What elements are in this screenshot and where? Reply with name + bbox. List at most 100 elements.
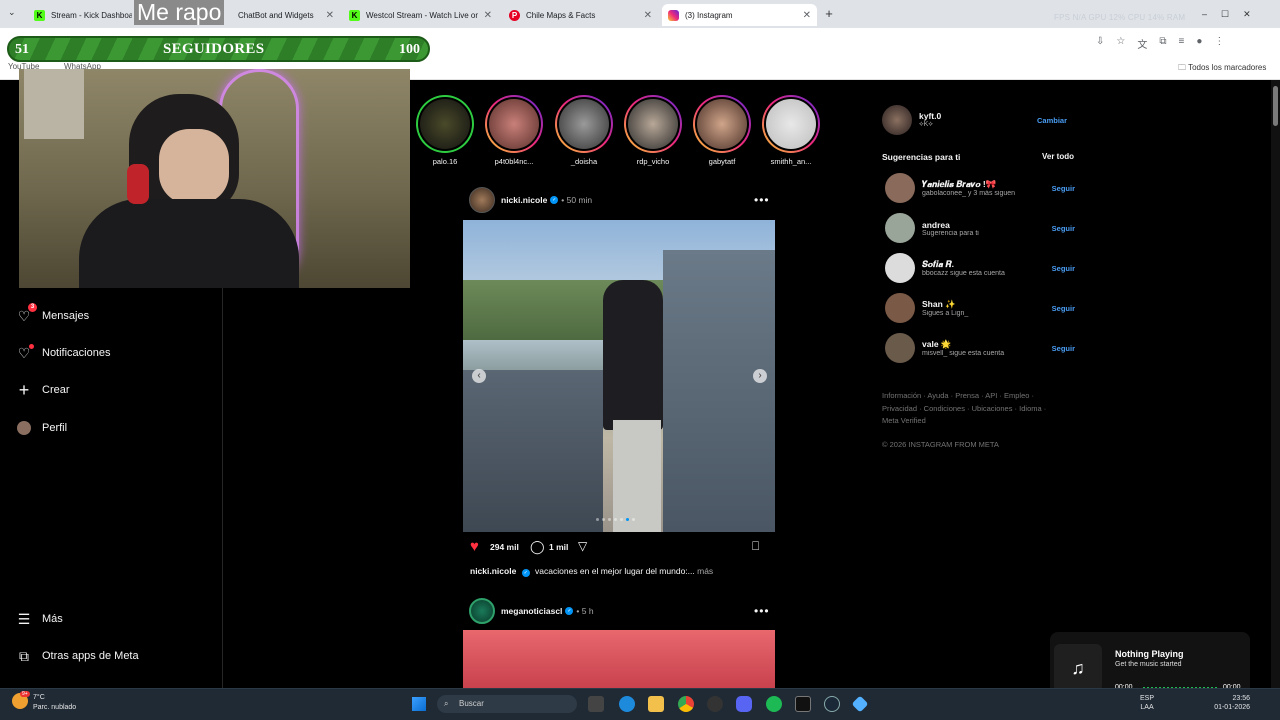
taskbar-search[interactable]: ⌕ Buscar	[437, 695, 577, 713]
comment-icon[interactable]: ◯	[530, 539, 545, 555]
suggestion-name[interactable]: 𝒀𝒂𝒏𝒊𝒆𝒍𝒊𝒔 𝑩𝒓𝒂𝒗𝒐 !🎀	[922, 179, 1048, 190]
task-view-icon[interactable]	[588, 696, 604, 712]
suggestion-avatar[interactable]	[885, 253, 915, 283]
window-controls[interactable]: –☐✕	[1202, 9, 1265, 20]
nav-more[interactable]: ☰ Más	[16, 611, 63, 627]
chrome-icon[interactable]	[678, 696, 694, 712]
post-options-icon[interactable]: •••	[754, 193, 770, 207]
caption-username[interactable]: nicki.nicole	[470, 566, 516, 576]
close-icon[interactable]: ✕	[803, 10, 811, 21]
queue-icon[interactable]: ≡	[1179, 36, 1185, 51]
close-icon[interactable]: ✕	[644, 10, 652, 21]
see-all-button[interactable]: Ver todo	[1042, 152, 1074, 161]
story-name: palo.16	[432, 157, 458, 166]
suggestion-name[interactable]: vale 🌟	[922, 339, 1048, 350]
post-image[interactable]	[463, 220, 775, 532]
profile-avatar[interactable]: ●	[1196, 36, 1202, 51]
story-item[interactable]: _doisha	[549, 95, 619, 166]
follow-button[interactable]: Seguir	[1052, 304, 1075, 313]
follow-button[interactable]: Seguir	[1052, 184, 1075, 193]
tab-search-icon[interactable]: ⌄	[8, 7, 16, 18]
windows-start-icon[interactable]	[412, 697, 426, 711]
nav-create[interactable]: + Crear	[16, 380, 70, 400]
prev-photo-button[interactable]: ‹	[472, 369, 486, 383]
story-item[interactable]: palo.16	[410, 95, 480, 166]
discord-icon[interactable]	[736, 696, 752, 712]
story-ring	[416, 95, 474, 153]
close-icon[interactable]: ✕	[484, 10, 492, 21]
post-image[interactable]	[463, 630, 775, 690]
account-avatar[interactable]	[882, 105, 912, 135]
carousel-dot	[614, 518, 617, 521]
story-name: rdp_vicho	[636, 157, 670, 166]
weather-widget[interactable]: 7°C Parc. nublado	[33, 693, 76, 713]
scrollbar-thumb[interactable]	[1273, 86, 1278, 126]
obs-icon[interactable]	[707, 696, 723, 712]
follow-button[interactable]: Seguir	[1052, 344, 1075, 353]
post-username[interactable]: meganoticiascl	[501, 606, 562, 616]
nav-profile[interactable]: Perfil	[16, 420, 67, 436]
file-explorer-icon[interactable]	[648, 696, 664, 712]
tab-westcol-stream[interactable]: K Westcol Stream - Watch Live on ✕	[343, 4, 498, 26]
close-icon[interactable]: ✕	[326, 10, 334, 21]
follower-goal-bar: 51 SEGUIDORES 100	[7, 36, 430, 62]
follow-button[interactable]: Seguir	[1052, 264, 1075, 273]
story-item[interactable]: smithh_an...	[756, 95, 826, 166]
post-options-icon[interactable]: •••	[754, 604, 770, 618]
suggestion-name[interactable]: 𝑺𝒐𝒇𝒊𝒂 𝑹.	[922, 259, 1048, 270]
spotify-icon[interactable]	[766, 696, 782, 712]
post-avatar[interactable]	[469, 598, 495, 624]
menu-icon: ☰	[17, 610, 31, 627]
suggestion-avatar[interactable]	[885, 213, 915, 243]
star-icon[interactable]: ☆	[1116, 36, 1125, 51]
story-item[interactable]: gabytatf	[687, 95, 757, 166]
suggestion-avatar[interactable]	[885, 333, 915, 363]
carousel-indicators	[596, 518, 635, 521]
system-tray-language[interactable]: ESP LAA	[1140, 694, 1154, 712]
caption-more-link[interactable]: más	[697, 566, 713, 576]
story-item[interactable]: rdp_vicho	[618, 95, 688, 166]
more-icon[interactable]: ⋮	[1214, 36, 1224, 51]
nav-label: Notificaciones	[42, 347, 111, 359]
bookmark-all[interactable]: 🗀 Todos los marcadores	[1178, 62, 1266, 76]
story-item[interactable]: p4t0bl4nc...	[479, 95, 549, 166]
epic-games-icon[interactable]	[795, 696, 811, 712]
post-actions: ♥ 294 mil ◯ 1 mil ▽ ⎕	[470, 538, 770, 556]
translate-icon[interactable]: 文	[1137, 36, 1147, 51]
tab-label: ChatBot and Widgets	[238, 10, 314, 20]
post-username[interactable]: nicki.nicole	[501, 195, 547, 205]
post-header: nicki.nicole ✓ • 50 min	[469, 187, 592, 213]
system-clock[interactable]: 23:56 01-01-2026	[1208, 694, 1250, 712]
post-avatar[interactable]	[469, 187, 495, 213]
tab-chile-maps[interactable]: P Chile Maps & Facts ✕	[503, 4, 658, 26]
tab-chatbot-widgets[interactable]: ChatBot and Widgets ✕	[232, 4, 340, 26]
edge-icon[interactable]	[619, 696, 635, 712]
post-header: meganoticiascl ✓ • 5 h	[469, 598, 594, 624]
story-name: gabytatf	[708, 157, 736, 166]
next-photo-button[interactable]: ›	[753, 369, 767, 383]
share-icon[interactable]: ▽	[578, 539, 587, 553]
tab-instagram[interactable]: (3) Instagram ✕	[662, 4, 817, 26]
switch-account-button[interactable]: Cambiar	[1037, 116, 1067, 125]
nav-messages[interactable]: ♡ 3 Mensajes	[16, 303, 89, 324]
footer-links[interactable]: Información · Ayuda · Prensa · API · Emp…	[882, 390, 1057, 428]
suggestion-row: Shan ✨ Sigues a Lign_ Seguir	[885, 293, 1075, 323]
tab-kick-dashboard[interactable]: K Stream - Kick Dashboard	[28, 4, 138, 26]
nav-notifications[interactable]: ♡ Notificaciones	[16, 344, 111, 361]
scrollbar-track[interactable]	[1271, 80, 1280, 688]
like-heart-icon[interactable]: ♥	[470, 538, 479, 555]
extensions-icon[interactable]: ⧉	[1159, 36, 1166, 51]
install-icon[interactable]: ⇩	[1096, 36, 1104, 51]
verified-icon: ✓	[550, 196, 559, 204]
save-icon[interactable]: ⎕	[752, 539, 759, 554]
nav-meta-apps[interactable]: ⧉ Otras apps de Meta	[16, 648, 139, 664]
follow-button[interactable]: Seguir	[1052, 224, 1075, 233]
steam-icon[interactable]	[824, 696, 840, 712]
suggestion-avatar[interactable]	[885, 293, 915, 323]
suggestion-avatar[interactable]	[885, 173, 915, 203]
suggestion-name[interactable]: Shan ✨	[922, 299, 1048, 310]
new-tab-button[interactable]: +	[821, 6, 837, 22]
suggestion-sub: bbocazz sigue esta cuenta	[922, 270, 1005, 277]
account-username[interactable]: kyft.0	[919, 111, 1033, 121]
suggestion-name[interactable]: andrea	[922, 220, 1048, 230]
